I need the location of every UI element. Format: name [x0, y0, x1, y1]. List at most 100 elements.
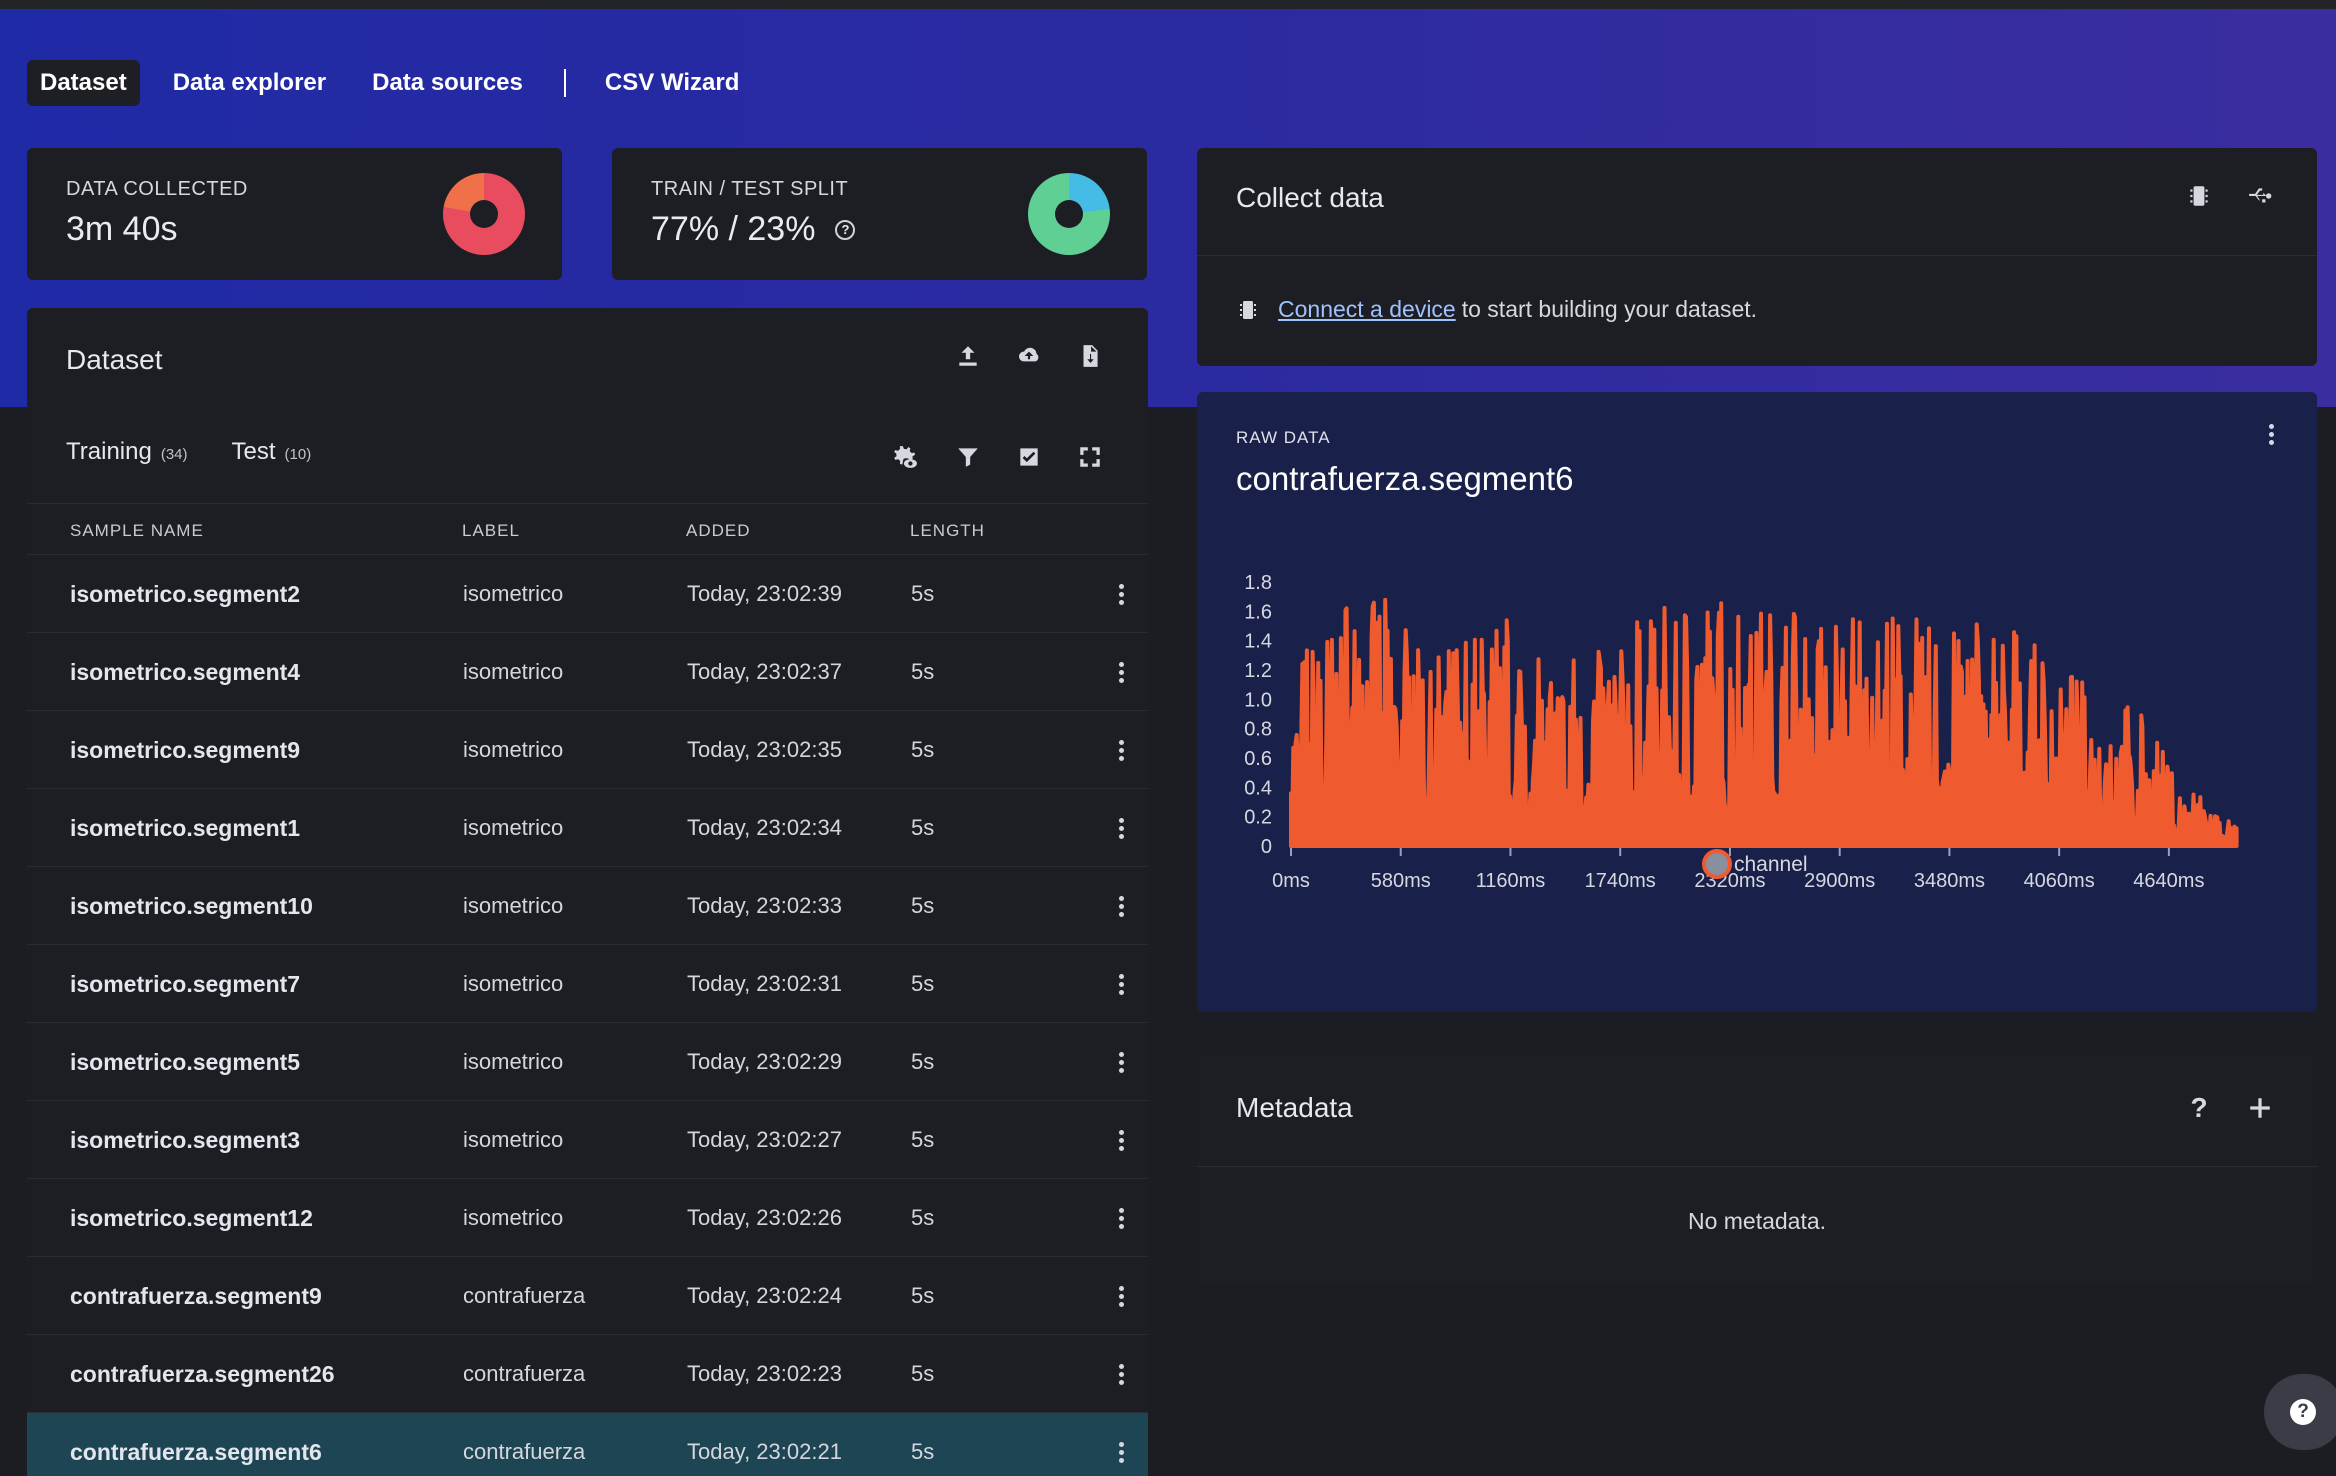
- column-sample-name[interactable]: SAMPLE NAME: [70, 521, 204, 541]
- dataset-panel: Dataset Training (34) Test (10) SAMPLE N…: [27, 308, 1148, 1476]
- x-tick-label: 2900ms: [1804, 870, 1875, 892]
- add-metadata-icon[interactable]: [2244, 1092, 2276, 1124]
- collect-message: Connect a device to start building your …: [1236, 296, 1757, 323]
- sample-name: isometrico.segment7: [70, 971, 301, 997]
- collect-divider: [1197, 255, 2317, 256]
- expand-icon[interactable]: [1074, 441, 1106, 473]
- table-row[interactable]: isometrico.segment1 isometrico Today, 23:0…: [27, 789, 1148, 867]
- table-row[interactable]: contrafuerza.segment9 contrafuerza Today, …: [27, 1257, 1148, 1335]
- x-tick-label: 4640ms: [2133, 870, 2204, 892]
- tab-training[interactable]: Training (34): [66, 438, 188, 466]
- tab-test[interactable]: Test (10): [232, 438, 312, 466]
- legend-label-channel: channel: [1734, 853, 1808, 876]
- column-length[interactable]: LENGTH: [910, 521, 985, 541]
- sample-added: Today, 23:02:26: [687, 1205, 842, 1230]
- usb-icon[interactable]: [2244, 180, 2276, 212]
- settings-view-icon[interactable]: [889, 441, 921, 473]
- raw-data-panel: RAW DATA contrafuerza.segment6 0 0.2 0.4 0.…: [1197, 392, 2317, 1012]
- nav-csv-wizard[interactable]: CSV Wizard: [592, 60, 752, 106]
- x-tick-label: 1740ms: [1585, 870, 1656, 892]
- sample-length: 5s: [911, 1049, 935, 1074]
- row-menu-icon[interactable]: [1112, 659, 1132, 687]
- sample-name: isometrico.segment3: [70, 1127, 301, 1153]
- row-menu-icon[interactable]: [1112, 581, 1132, 609]
- sample-length: 5s: [911, 893, 935, 918]
- series-channel-area: [1289, 597, 2239, 848]
- x-tick-label: 0ms: [1272, 870, 1310, 892]
- row-menu-icon[interactable]: [1112, 1439, 1132, 1467]
- table-row[interactable]: isometrico.segment9 isometrico Today, 23:0…: [27, 711, 1148, 789]
- data-collected-card: DATA COLLECTED 3m 40s: [27, 148, 562, 280]
- table-row[interactable]: isometrico.segment2 isometrico Today, 23:0…: [27, 555, 1148, 633]
- nav-data-sources[interactable]: Data sources: [359, 60, 536, 106]
- connect-device-link[interactable]: Connect a device: [1278, 296, 1456, 323]
- row-menu-icon[interactable]: [1112, 1205, 1132, 1233]
- sample-added: Today, 23:02:23: [687, 1361, 842, 1386]
- column-label[interactable]: LABEL: [462, 521, 520, 541]
- y-tick-label: 0.2: [1244, 807, 1272, 829]
- collect-data-panel: Collect data Connect a device to start b…: [1197, 148, 2317, 366]
- cloud-upload-icon[interactable]: [1013, 340, 1045, 372]
- sample-length: 5s: [911, 1205, 935, 1230]
- split-help-icon[interactable]: ?: [835, 219, 856, 240]
- y-tick-label: 1.2: [1244, 660, 1272, 682]
- row-menu-icon[interactable]: [1112, 815, 1132, 843]
- sample-label: isometrico: [463, 1049, 564, 1074]
- row-menu-icon[interactable]: [1112, 893, 1132, 921]
- row-menu-icon[interactable]: [1112, 1361, 1132, 1389]
- column-added[interactable]: ADDED: [686, 521, 751, 541]
- sample-name: contrafuerza.segment6: [70, 1439, 322, 1465]
- sample-name: isometrico.segment12: [70, 1205, 313, 1231]
- sample-added: Today, 23:02:37: [687, 659, 842, 684]
- x-tick-label: 3480ms: [1914, 870, 1985, 892]
- sample-label: isometrico: [463, 1205, 564, 1230]
- export-file-icon[interactable]: [1074, 340, 1106, 372]
- sample-added: Today, 23:02:33: [687, 893, 842, 918]
- sample-added: Today, 23:02:31: [687, 971, 842, 996]
- sample-added: Today, 23:02:24: [687, 1283, 842, 1308]
- x-tick-label: 580ms: [1371, 870, 1431, 892]
- table-row[interactable]: contrafuerza.segment26 contrafuerza Today,…: [27, 1335, 1148, 1413]
- sample-name: isometrico.segment10: [70, 893, 313, 919]
- row-menu-icon[interactable]: [1112, 971, 1132, 999]
- sample-length: 5s: [911, 971, 935, 996]
- nav-data-explorer[interactable]: Data explorer: [160, 60, 339, 106]
- sample-length: 5s: [911, 1127, 935, 1152]
- filter-icon[interactable]: [952, 441, 984, 473]
- sample-label: isometrico: [463, 659, 564, 684]
- sample-label: isometrico: [463, 971, 564, 996]
- table-row[interactable]: contrafuerza.segment6 contrafuerza Today, …: [27, 1413, 1148, 1476]
- train-test-split-card: TRAIN / TEST SPLIT 77% / 23% ?: [612, 148, 1147, 280]
- sample-name: isometrico.segment4: [70, 659, 301, 685]
- raw-data-chart: 0 0.2 0.4 0.6 0.8 1.0 1.2 1.4 1.6 1.8 0ms 580ms 1160…: [1244, 572, 2239, 892]
- select-checkbox-icon[interactable]: [1013, 441, 1045, 473]
- help-button[interactable]: ?: [2264, 1374, 2336, 1450]
- table-row[interactable]: isometrico.segment12 isometrico Today, 23:…: [27, 1179, 1148, 1257]
- train-test-split-value: 77% / 23% ?: [651, 210, 856, 249]
- sample-name: contrafuerza.segment26: [70, 1361, 335, 1387]
- device-chip-icon[interactable]: [2183, 180, 2215, 212]
- train-test-split-donut: [1028, 173, 1110, 255]
- row-menu-icon[interactable]: [1112, 1049, 1132, 1077]
- nav-dataset[interactable]: Dataset: [27, 60, 140, 106]
- table-row[interactable]: isometrico.segment3 isometrico Today, 23:0…: [27, 1101, 1148, 1179]
- sample-label: isometrico: [463, 737, 564, 762]
- dataset-title: Dataset: [66, 344, 163, 375]
- row-menu-icon[interactable]: [1112, 1127, 1132, 1155]
- table-row[interactable]: isometrico.segment5 isometrico Today, 23:0…: [27, 1023, 1148, 1101]
- top-bar: [0, 0, 2336, 9]
- table-row[interactable]: isometrico.segment10 isometrico Today, 23:…: [27, 867, 1148, 945]
- sample-name: isometrico.segment1: [70, 815, 301, 841]
- sample-name: isometrico.segment5: [70, 1049, 301, 1075]
- sample-length: 5s: [911, 815, 935, 840]
- row-menu-icon[interactable]: [1112, 1283, 1132, 1311]
- data-collected-donut: [443, 173, 525, 255]
- table-row[interactable]: isometrico.segment7 isometrico Today, 23:0…: [27, 945, 1148, 1023]
- metadata-help-icon[interactable]: ?: [2183, 1092, 2215, 1124]
- sample-added: Today, 23:02:29: [687, 1049, 842, 1074]
- table-row[interactable]: isometrico.segment4 isometrico Today, 23:0…: [27, 633, 1148, 711]
- row-menu-icon[interactable]: [1112, 737, 1132, 765]
- dataset-tabs: Training (34) Test (10): [66, 438, 355, 466]
- upload-icon[interactable]: [952, 340, 984, 372]
- collect-message-text: to start building your dataset.: [1461, 296, 1758, 322]
